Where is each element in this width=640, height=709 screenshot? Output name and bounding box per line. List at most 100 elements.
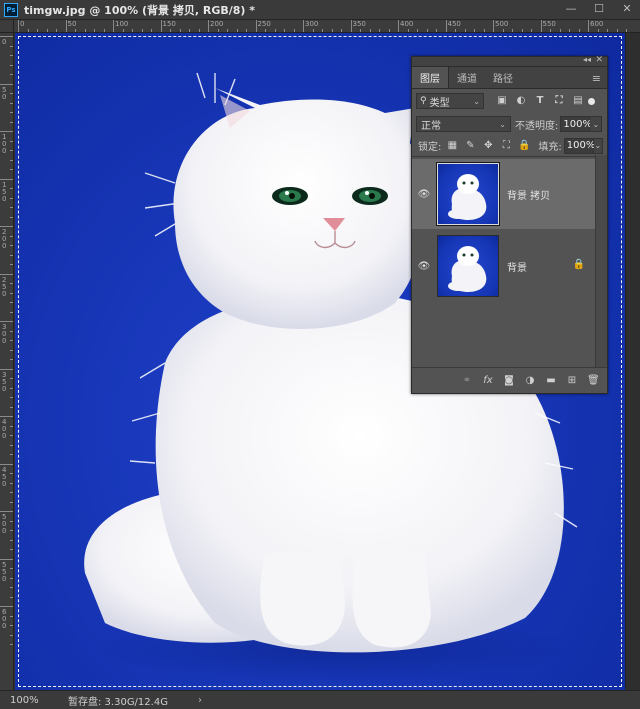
ruler-minor-tick — [502, 29, 504, 32]
lock-label: 锁定: — [418, 142, 442, 153]
ruler-tick — [0, 273, 13, 275]
ruler-corner[interactable] — [0, 20, 14, 33]
filter-kind-select[interactable]: ⚲ 类型 ⌄ — [416, 93, 484, 109]
tab-layers[interactable]: 图层 — [412, 67, 449, 88]
ruler-tick — [0, 511, 13, 512]
lock-image-icon[interactable]: ✎ — [464, 140, 476, 152]
ruler-tick — [540, 20, 542, 32]
lock-row: 锁定: ▦ ✎ ✥ ⛶ 🔒 填充: 100% ⌄ — [412, 135, 607, 157]
filter-adjustment-icon[interactable]: ◐ — [515, 95, 527, 107]
ruler-minor-tick — [10, 292, 13, 294]
layer-thumbnail — [437, 235, 499, 297]
ruler-minor-tick — [246, 29, 247, 32]
adjustment-layer-icon[interactable]: ◑ — [524, 375, 536, 387]
ruler-minor-tick — [10, 216, 13, 218]
panel-footer: ⚭ fx ◙ ◑ ▬ ⊞ 🗑 — [412, 367, 607, 393]
layer-name[interactable]: 背景 拷贝 — [507, 187, 550, 202]
link-layers-icon[interactable]: ⚭ — [461, 375, 473, 387]
ruler-minor-tick — [84, 29, 86, 32]
ruler-minor-tick — [10, 169, 13, 170]
new-group-icon[interactable]: ▬ — [545, 375, 557, 387]
ruler-label: 250 — [2, 275, 7, 298]
ruler-label: 0 — [20, 20, 25, 28]
ruler-tick — [113, 20, 114, 32]
new-layer-icon[interactable]: ⊞ — [566, 375, 578, 387]
opacity-dropdown-icon[interactable]: ⌄ — [590, 116, 603, 132]
visibility-eye-icon[interactable]: 👁 — [414, 189, 434, 200]
delete-layer-icon[interactable]: 🗑 — [587, 375, 600, 387]
ruler-minor-tick — [10, 102, 13, 104]
chevron-down-icon: ⌄ — [499, 119, 506, 129]
lock-position-icon[interactable]: ✥ — [482, 140, 494, 152]
filter-smart-object-icon[interactable]: ▤ — [572, 95, 584, 107]
lock-all-icon[interactable]: 🔒 — [518, 140, 530, 152]
filter-pixel-icon[interactable]: ▣ — [496, 95, 508, 107]
panel-header: ◂◂ ✕ — [412, 55, 607, 67]
ruler-minor-tick — [626, 29, 627, 32]
filter-toggle[interactable] — [588, 97, 595, 105]
visibility-eye-icon[interactable]: 👁 — [414, 261, 434, 272]
zoom-level[interactable]: 100% — [10, 695, 50, 706]
minimize-icon[interactable]: — — [564, 2, 578, 16]
ruler-tick — [0, 83, 13, 85]
layer-name[interactable]: 背景 — [507, 259, 527, 274]
ruler-minor-tick — [10, 245, 13, 246]
ruler-minor-tick — [10, 596, 13, 598]
filter-shape-icon[interactable]: ⛶ — [553, 95, 565, 107]
ruler-tick — [0, 558, 13, 560]
status-menu-arrow-icon[interactable]: › — [198, 695, 202, 706]
panel-menu-icon[interactable]: ≡ — [592, 72, 601, 85]
blend-mode-select[interactable]: 正常 ⌄ — [416, 116, 511, 132]
ruler-minor-tick — [10, 397, 13, 398]
ruler-label: 200 — [2, 228, 7, 250]
ruler-tick — [0, 416, 13, 417]
ruler-minor-tick — [10, 254, 13, 256]
ruler-tick — [208, 20, 209, 32]
maximize-icon[interactable]: ☐ — [592, 2, 606, 16]
layer-row-background-copy[interactable]: 👁 背景 拷贝 — [412, 159, 595, 229]
vertical-ruler[interactable]: 0 50 100 150 200 250 300 350 400 450 500 550 600 — [0, 33, 14, 690]
layer-thumbnail — [436, 162, 500, 226]
ruler-label: 250 — [257, 20, 271, 28]
document-tab-title[interactable]: timgw.jpg @ 100% (背景 拷贝, RGB/8) * — [24, 2, 255, 18]
tab-paths[interactable]: 路径 — [485, 67, 521, 88]
collapse-panel-icon[interactable]: ◂◂ — [583, 55, 591, 64]
ruler-tick — [255, 20, 257, 32]
ruler-tick — [0, 36, 13, 37]
close-panel-icon[interactable]: ✕ — [595, 55, 603, 65]
ruler-label: 600 — [590, 20, 604, 28]
fill-dropdown-icon[interactable]: ⌄ — [593, 137, 603, 154]
ruler-tick — [160, 20, 162, 32]
layer-row-background[interactable]: 👁 背景 🔒 — [412, 231, 595, 301]
opacity-input[interactable]: 100% — [560, 116, 592, 132]
ruler-minor-tick — [170, 29, 171, 32]
ruler-minor-tick — [10, 644, 13, 645]
add-mask-icon[interactable]: ◙ — [503, 375, 515, 387]
ruler-minor-tick — [10, 501, 13, 503]
ruler-minor-tick — [274, 29, 276, 32]
ruler-minor-tick — [616, 29, 618, 32]
close-icon[interactable]: ✕ — [620, 2, 634, 16]
vertical-scrollbar[interactable] — [625, 33, 640, 690]
opacity-label: 不透明度: — [515, 120, 559, 132]
filter-type-icon[interactable]: T — [534, 95, 546, 107]
lock-transparent-icon[interactable]: ▦ — [446, 140, 458, 152]
tab-channels[interactable]: 通道 — [449, 67, 485, 88]
fill-input[interactable]: 100% — [563, 137, 595, 154]
ruler-label: 600 — [2, 608, 7, 630]
ruler-label: 50 — [2, 85, 7, 101]
ruler-tick — [0, 368, 13, 370]
ruler-minor-tick — [265, 29, 266, 32]
ruler-label: 100 — [115, 20, 129, 28]
ruler-tick — [398, 20, 399, 32]
ruler-minor-tick — [360, 29, 361, 32]
ruler-minor-tick — [578, 29, 580, 32]
horizontal-ruler[interactable]: 0 50 100 150 200 250 300 350 400 450 500 550 600 — [14, 20, 640, 33]
ruler-minor-tick — [75, 29, 76, 32]
fx-icon[interactable]: fx — [482, 375, 494, 387]
layers-scrollbar[interactable] — [595, 155, 607, 369]
lock-artboard-icon[interactable]: ⛶ — [500, 140, 512, 152]
ruler-minor-tick — [56, 29, 57, 32]
ruler-minor-tick — [10, 520, 13, 522]
ruler-minor-tick — [37, 29, 38, 32]
